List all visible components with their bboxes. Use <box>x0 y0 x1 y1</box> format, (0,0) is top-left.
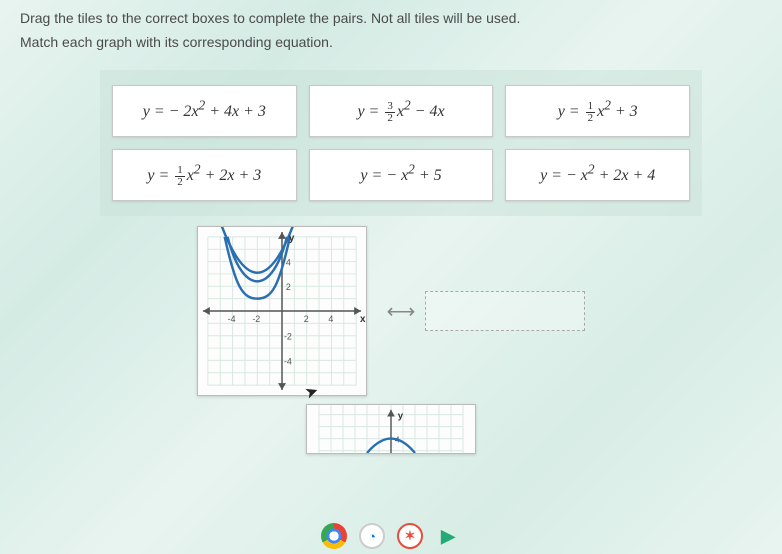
sub-instructions-text: Match each graph with its corresponding … <box>0 30 782 60</box>
play-icon[interactable]: ▶ <box>435 523 461 549</box>
svg-text:-4: -4 <box>227 314 235 324</box>
pair-arrow-1: ⟷ <box>387 291 586 331</box>
svg-text:-2: -2 <box>252 314 260 324</box>
tile-eq-3[interactable]: y = 12x2 + 3 <box>505 85 690 137</box>
eq-text: y = 32x2 − 4x <box>357 103 444 120</box>
svg-text:y: y <box>398 411 404 422</box>
tile-eq-6[interactable]: y = − x2 + 2x + 4 <box>505 149 690 201</box>
tile-eq-2[interactable]: y = 32x2 − 4x <box>309 85 494 137</box>
tile-eq-4[interactable]: y = 12x2 + 2x + 3 <box>112 149 297 201</box>
eq-text: y = − x2 + 5 <box>360 167 441 184</box>
game-icon[interactable]: ✶ <box>397 523 423 549</box>
graphs-area: y x 4 2 -2 -4 -4 -2 2 4 ⟷ <box>0 226 782 454</box>
tiles-row-2: y = 12x2 + 2x + 3 y = − x2 + 5 y = − x2 … <box>112 149 690 201</box>
svg-text:2: 2 <box>303 314 308 324</box>
graph-1-svg: y x 4 2 -2 -4 -4 -2 2 4 <box>198 227 366 395</box>
tiles-container: y = − 2x2 + 4x + 3 y = 32x2 − 4x y = 12x… <box>100 70 702 216</box>
eq-text: y = − x2 + 2x + 4 <box>540 167 655 184</box>
graph-1[interactable]: y x 4 2 -2 -4 -4 -2 2 4 <box>197 226 367 396</box>
svg-text:2: 2 <box>286 283 291 293</box>
app-icon[interactable]: ◔ <box>359 523 385 549</box>
tile-eq-5[interactable]: y = − x2 + 5 <box>309 149 494 201</box>
svg-text:y: y <box>289 233 295 244</box>
chrome-icon[interactable] <box>321 523 347 549</box>
graph-pair-1: y x 4 2 -2 -4 -4 -2 2 4 ⟷ <box>197 226 586 396</box>
tile-eq-1[interactable]: y = − 2x2 + 4x + 3 <box>112 85 297 137</box>
taskbar: ◔ ✶ ▶ <box>0 518 782 554</box>
svg-text:4: 4 <box>328 314 333 324</box>
double-arrow-icon: ⟷ <box>387 299 416 324</box>
svg-text:-4: -4 <box>284 357 292 367</box>
drop-target-1[interactable] <box>425 291 585 331</box>
tiles-row-1: y = − 2x2 + 4x + 3 y = 32x2 − 4x y = 12x… <box>112 85 690 137</box>
svg-text:4: 4 <box>286 258 291 268</box>
graph-2[interactable]: y 4 <box>306 404 476 454</box>
svg-text:-2: -2 <box>284 332 292 342</box>
graph-pair-2: y 4 <box>306 404 476 454</box>
instructions-text: Drag the tiles to the correct boxes to c… <box>0 0 782 30</box>
eq-text: y = 12x2 + 3 <box>558 103 638 120</box>
eq-text: y = 12x2 + 2x + 3 <box>147 167 261 184</box>
svg-text:x: x <box>360 314 366 325</box>
graph-2-svg: y 4 <box>307 405 475 453</box>
eq-text: y = − 2x2 + 4x + 3 <box>143 103 266 120</box>
